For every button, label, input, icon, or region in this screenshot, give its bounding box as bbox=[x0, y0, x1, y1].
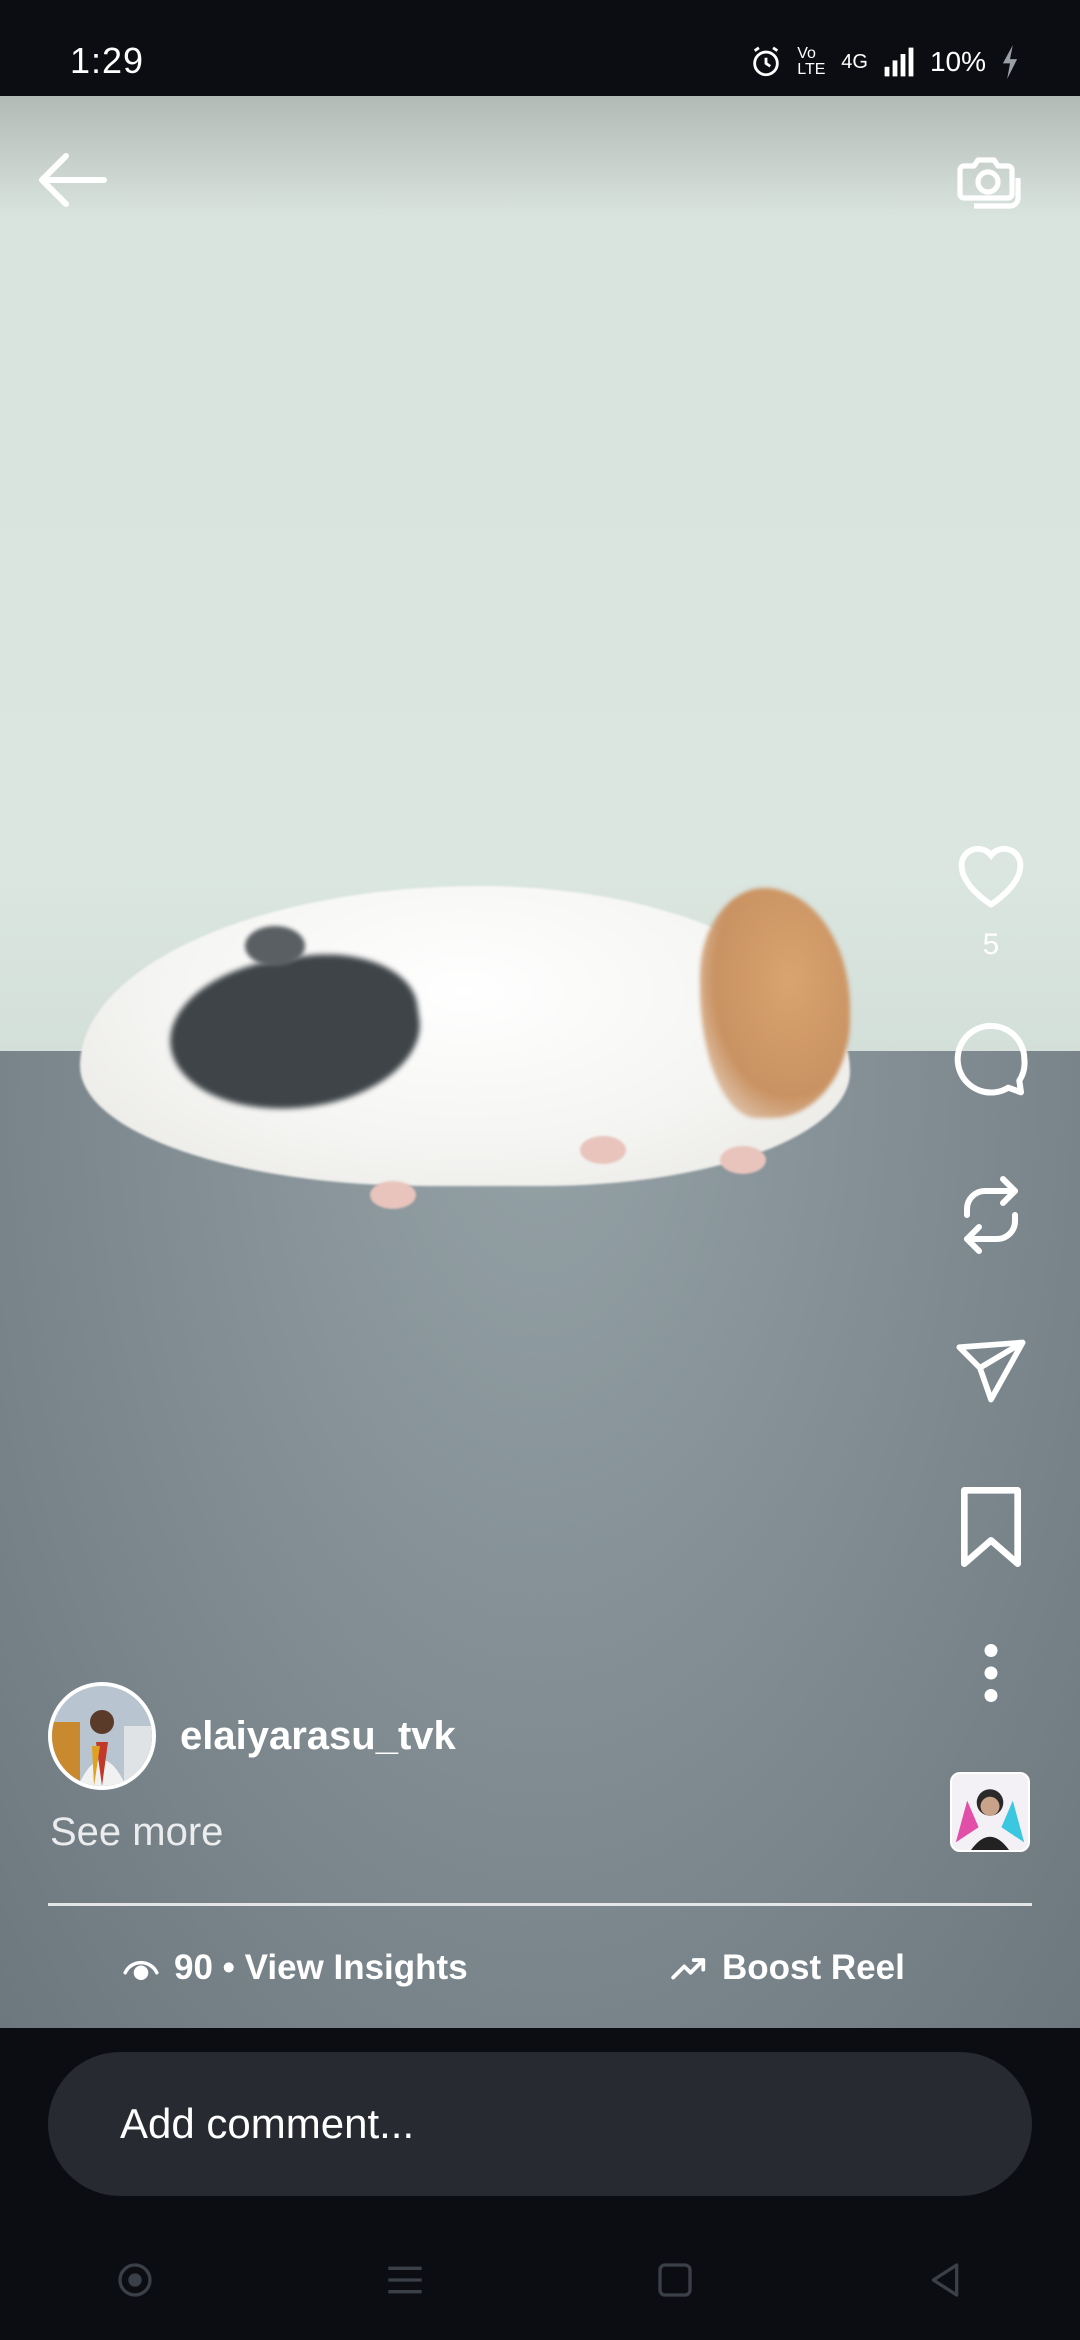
back-button[interactable] bbox=[915, 2250, 975, 2310]
divider bbox=[48, 1903, 1032, 1906]
username[interactable]: elaiyarasu_tvk bbox=[180, 1714, 456, 1759]
view-insights-label: 90 • View Insights bbox=[174, 1948, 468, 1987]
boost-reel-label: Boost Reel bbox=[722, 1948, 905, 1987]
more-vertical-icon bbox=[984, 1644, 998, 1702]
reel-video[interactable]: 5 elaiyarasu_tvk See more 90 • View Insi… bbox=[0, 96, 1080, 2028]
reel-author: elaiyarasu_tvk bbox=[48, 1682, 456, 1790]
comment-placeholder: Add comment... bbox=[120, 2100, 415, 2147]
like-button[interactable] bbox=[946, 830, 1036, 920]
save-button[interactable] bbox=[946, 1482, 1036, 1572]
system-nav-bar bbox=[0, 2220, 1080, 2340]
network-type: 4G bbox=[841, 50, 868, 73]
menu-icon bbox=[388, 2266, 422, 2294]
home-button[interactable] bbox=[645, 2250, 705, 2310]
share-button[interactable] bbox=[946, 1326, 1036, 1416]
signal-icon bbox=[884, 47, 914, 77]
comment-button[interactable] bbox=[946, 1014, 1036, 1104]
status-bar: 1:29 Vo LTE 4G 10% bbox=[0, 0, 1080, 96]
comment-icon bbox=[954, 1022, 1028, 1096]
repost-button[interactable] bbox=[946, 1170, 1036, 1260]
reel-actions: 5 bbox=[936, 830, 1046, 1718]
comment-input[interactable]: Add comment... bbox=[48, 2052, 1032, 2196]
volte-indicator: Vo LTE bbox=[797, 45, 826, 78]
audio-avatar-image bbox=[952, 1774, 1028, 1850]
trending-up-icon bbox=[671, 1958, 706, 1980]
more-options-button[interactable] bbox=[946, 1628, 1036, 1718]
heart-icon bbox=[958, 845, 1024, 908]
view-insights-button[interactable]: 90 • View Insights bbox=[122, 1948, 468, 1988]
see-more-link[interactable]: See more bbox=[50, 1810, 223, 1855]
boost-reel-button[interactable]: Boost Reel bbox=[670, 1948, 905, 1988]
battery-percent: 10% bbox=[929, 46, 986, 77]
home-square-icon bbox=[658, 2263, 692, 2297]
audio-avatar[interactable] bbox=[950, 1772, 1030, 1852]
like-count: 5 bbox=[982, 928, 1000, 961]
assistant-icon bbox=[118, 2263, 152, 2297]
assistant-button[interactable] bbox=[105, 2250, 165, 2310]
avatar[interactable] bbox=[48, 1682, 156, 1790]
video-floor bbox=[0, 1051, 1080, 2028]
send-icon bbox=[956, 1339, 1026, 1403]
status-icons: Vo LTE 4G 10% bbox=[749, 42, 1020, 82]
status-time: 1:29 bbox=[70, 40, 145, 81]
repost-icon bbox=[964, 1176, 1018, 1254]
eye-icon bbox=[123, 1960, 159, 1981]
alarm-icon bbox=[753, 46, 780, 77]
back-triangle-icon bbox=[931, 2263, 959, 2297]
back-arrow-icon[interactable] bbox=[36, 150, 108, 210]
camera-icon[interactable] bbox=[952, 146, 1024, 218]
charging-icon bbox=[1002, 45, 1018, 79]
recents-button[interactable] bbox=[375, 2250, 435, 2310]
avatar-image bbox=[52, 1686, 152, 1786]
bookmark-icon bbox=[960, 1487, 1021, 1567]
